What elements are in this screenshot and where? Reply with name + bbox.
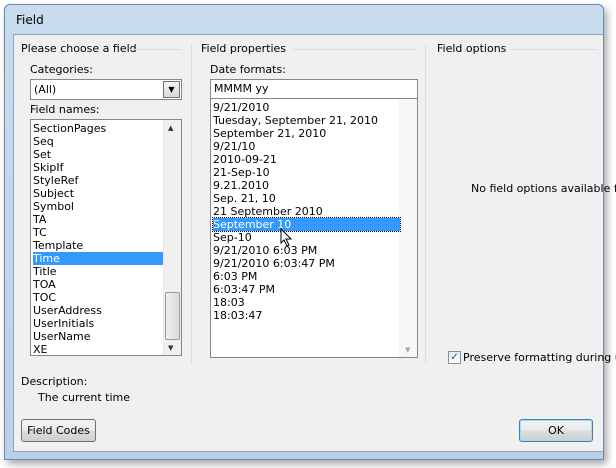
categories-dropdown[interactable]: (All) ▼ xyxy=(30,79,182,100)
date-format-item[interactable]: 9/21/2010 6:03 PM xyxy=(213,244,317,257)
field-name-item[interactable]: Time xyxy=(33,252,163,265)
date-format-item[interactable]: 18:03 xyxy=(213,296,245,309)
date-format-item[interactable]: 21-Sep-10 xyxy=(213,166,270,179)
date-format-item[interactable]: 18:03:47 xyxy=(213,309,262,322)
date-format-item[interactable]: Tuesday, September 21, 2010 xyxy=(213,114,378,127)
field-name-item[interactable]: TOA xyxy=(33,278,56,291)
field-name-item[interactable]: Set xyxy=(33,148,51,161)
date-format-item[interactable]: 9/21/2010 6:03:47 PM xyxy=(213,257,335,270)
date-format-item[interactable]: September 10 xyxy=(212,217,401,232)
dialog-title: Field xyxy=(16,13,44,27)
field-name-item[interactable]: Title xyxy=(33,265,57,278)
mouse-cursor-icon xyxy=(280,228,293,247)
field-name-item[interactable]: UserInitials xyxy=(33,317,94,330)
date-format-item[interactable]: 21 September 2010 xyxy=(213,205,323,218)
scrollbar-thumb[interactable] xyxy=(165,292,180,340)
field-name-item[interactable]: Subject xyxy=(33,187,74,200)
description-label: Description: xyxy=(21,375,88,388)
scroll-up-icon[interactable]: ▲ xyxy=(168,124,173,132)
ok-button[interactable]: OK xyxy=(519,419,593,442)
date-format-item[interactable]: September 21, 2010 xyxy=(213,127,326,140)
date-format-item[interactable]: 9/21/2010 xyxy=(213,101,269,114)
date-formats-scrollbar[interactable]: ▼ xyxy=(399,99,417,357)
categories-label: Categories: xyxy=(30,63,93,76)
field-name-item[interactable]: UserAddress xyxy=(33,304,102,317)
field-options-group-label: Field options xyxy=(437,42,507,55)
field-name-item[interactable]: XE xyxy=(33,343,48,356)
date-format-item[interactable]: 9.21.2010 xyxy=(213,179,269,192)
no-field-options-text: No field options available f xyxy=(471,182,616,195)
field-name-item[interactable]: Symbol xyxy=(33,200,74,213)
field-name-item[interactable]: SkipIf xyxy=(33,161,64,174)
field-name-item[interactable]: StyleRef xyxy=(33,174,78,187)
field-names-scrollbar[interactable]: ▲ ▼ xyxy=(163,120,181,355)
date-format-item[interactable]: 6:03 PM xyxy=(213,270,257,283)
chevron-down-icon[interactable]: ▼ xyxy=(163,81,180,98)
date-format-item[interactable]: Sep. 21, 10 xyxy=(213,192,276,205)
date-format-item[interactable]: 9/21/10 xyxy=(213,140,255,153)
preserve-formatting-checkbox[interactable]: ✓ xyxy=(448,351,461,364)
date-format-value: MMMM yy xyxy=(214,82,269,95)
scroll-down-icon[interactable]: ▼ xyxy=(168,344,173,352)
description-text: The current time xyxy=(38,391,130,404)
field-name-item[interactable]: Seq xyxy=(33,135,54,148)
date-formats-label: Date formats: xyxy=(210,63,286,76)
date-format-item[interactable]: Sep-10 xyxy=(213,231,252,244)
scroll-down-icon[interactable]: ▼ xyxy=(405,346,410,354)
field-properties-group-label: Field properties xyxy=(201,42,287,55)
field-names-list[interactable]: ▲ ▼ SectionPages Seq Set SkipIf StyleRef Subj… xyxy=(30,119,182,356)
field-name-item[interactable]: TC xyxy=(33,226,47,239)
date-format-item[interactable]: 6:03:47 PM xyxy=(213,283,275,296)
field-name-item[interactable]: UserName xyxy=(33,330,91,343)
categories-value: (All) xyxy=(34,83,57,96)
field-name-item[interactable]: TOC xyxy=(33,291,56,304)
field-name-item[interactable]: Template xyxy=(33,239,83,252)
field-codes-button[interactable]: Field Codes xyxy=(21,419,96,442)
field-name-item[interactable]: SectionPages xyxy=(33,122,106,135)
date-formats-list[interactable]: ▼ 9/21/2010 Tuesday, September 21, 2010 Se… xyxy=(210,98,418,358)
field-name-item[interactable]: TA xyxy=(33,213,46,226)
preserve-formatting-label: Preserve formatting during u xyxy=(463,351,616,364)
field-names-label: Field names: xyxy=(30,103,100,116)
date-format-item[interactable]: 2010-09-21 xyxy=(213,153,277,166)
date-format-input[interactable]: MMMM yy xyxy=(210,79,418,99)
choose-field-group-label: Please choose a field xyxy=(21,42,137,55)
